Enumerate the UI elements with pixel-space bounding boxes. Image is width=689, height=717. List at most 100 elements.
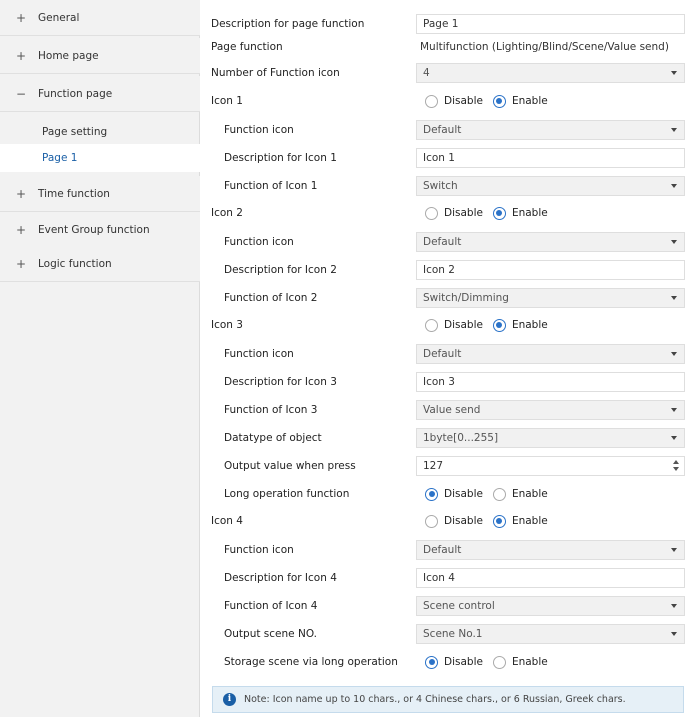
row-page-function: Page function Multifunction (Lighting/Bl… — [200, 33, 689, 61]
num-icons-select[interactable]: 4 — [416, 63, 685, 83]
field-label: Output scene NO. — [224, 628, 317, 640]
icon2-description-input[interactable]: Icon 2 — [416, 260, 685, 280]
field-label: Function of Icon 4 — [224, 600, 318, 612]
field-label: Description for Icon 2 — [224, 264, 337, 276]
icon4-description-input[interactable]: Icon 4 — [416, 568, 685, 588]
field-label: Function icon — [224, 236, 294, 248]
row-icon1-description: Description for Icon 1 Icon 1 — [200, 144, 689, 172]
icon3-output-value-spinner[interactable]: 127 — [416, 456, 685, 476]
icon3-function-icon-select[interactable]: Default — [416, 344, 685, 364]
icon3-datatype-select[interactable]: 1byte[0...255] — [416, 428, 685, 448]
note-box: i Note: Icon name up to 10 chars., or 4 … — [212, 686, 684, 713]
parameter-panel: Description for page function Page 1 Pag… — [200, 0, 689, 717]
icon1-description-input[interactable]: Icon 1 — [416, 148, 685, 168]
chevron-down-icon — [671, 128, 677, 132]
field-label: Long operation function — [224, 488, 350, 500]
row-icon3-toggle: Icon 3 Disable Enable — [200, 311, 689, 339]
sidebar-item-label: General — [38, 11, 80, 24]
row-icon3-function-icon: Function icon Default — [200, 340, 689, 368]
radio-label: Enable — [511, 207, 548, 219]
radio-label: Enable — [511, 488, 548, 500]
chevron-down-icon — [671, 184, 677, 188]
sidebar-item-time-function[interactable]: + Time function — [0, 176, 200, 212]
section-title: Icon 1 — [211, 95, 243, 107]
note-text: Note: Icon name up to 10 chars., or 4 Ch… — [244, 694, 626, 705]
sidebar-item-logic-function[interactable]: + Logic function — [0, 246, 200, 282]
row-icon4-function-icon: Function icon Default — [200, 536, 689, 564]
icon3-long-operation-radio: Disable Enable — [425, 484, 558, 504]
radio-enable[interactable]: Enable — [492, 487, 548, 501]
icon1-function-icon-select[interactable]: Default — [416, 120, 685, 140]
icon2-function-icon-select[interactable]: Default — [416, 232, 685, 252]
arrow-down-icon — [673, 467, 679, 471]
chevron-down-icon — [671, 632, 677, 636]
row-icon4-function: Function of Icon 4 Scene control — [200, 592, 689, 620]
expand-icon: + — [15, 48, 27, 63]
sidebar-item-home-page[interactable]: + Home page — [0, 38, 200, 74]
chevron-down-icon — [671, 296, 677, 300]
page-function-value: Multifunction (Lighting/Blind/Scene/Valu… — [420, 41, 669, 53]
expand-icon: + — [15, 186, 27, 201]
radio-disable[interactable]: Disable — [425, 655, 483, 669]
sidebar-subitem-page-1[interactable]: Page 1 — [0, 144, 201, 172]
icon4-enable-radio: Disable Enable — [425, 511, 558, 531]
radio-disable[interactable]: Disable — [425, 487, 483, 501]
icon2-function-select[interactable]: Switch/Dimming — [416, 288, 685, 308]
icon2-enable-radio: Disable Enable — [425, 203, 558, 223]
icon3-function-select[interactable]: Value send — [416, 400, 685, 420]
sidebar-subitem-label: Page setting — [42, 126, 108, 138]
radio-disable[interactable]: Disable — [425, 318, 483, 332]
chevron-down-icon — [671, 548, 677, 552]
row-icon4-scene: Output scene NO. Scene No.1 — [200, 620, 689, 648]
radio-enable[interactable]: Enable — [492, 318, 548, 332]
chevron-down-icon — [671, 240, 677, 244]
radio-disable[interactable]: Disable — [425, 514, 483, 528]
sidebar-item-general[interactable]: + General — [0, 0, 200, 36]
sidebar-item-label: Function page — [38, 87, 113, 100]
select-value: Default — [423, 236, 462, 248]
radio-enable[interactable]: Enable — [492, 206, 548, 220]
radio-disable[interactable]: Disable — [425, 206, 483, 220]
select-value: Scene No.1 — [423, 628, 483, 640]
row-icon4-storage-scene: Storage scene via long operation Disable… — [200, 648, 689, 676]
radio-enable[interactable]: Enable — [492, 94, 548, 108]
row-num-icons: Number of Function icon 4 — [200, 59, 689, 87]
select-value: Default — [423, 348, 462, 360]
radio-off-icon — [425, 514, 438, 528]
radio-disable[interactable]: Disable — [425, 94, 483, 108]
icon1-enable-radio: Disable Enable — [425, 91, 558, 111]
page-description-input[interactable]: Page 1 — [416, 14, 685, 34]
radio-on-icon — [425, 487, 438, 501]
field-label: Description for Icon 4 — [224, 572, 337, 584]
select-value: Default — [423, 544, 462, 556]
icon4-scene-select[interactable]: Scene No.1 — [416, 624, 685, 644]
field-label: Number of Function icon — [211, 67, 340, 79]
sidebar-subitem-page-setting[interactable]: Page setting — [0, 118, 200, 146]
spinner-arrows[interactable] — [673, 460, 679, 472]
radio-on-icon — [425, 655, 438, 669]
sidebar-item-label: Event Group function — [38, 223, 150, 236]
radio-off-icon — [492, 655, 506, 669]
radio-enable[interactable]: Enable — [492, 655, 548, 669]
radio-enable[interactable]: Enable — [492, 514, 548, 528]
radio-label: Enable — [511, 515, 548, 527]
field-label: Function of Icon 3 — [224, 404, 318, 416]
radio-off-icon — [425, 94, 438, 108]
row-icon2-function: Function of Icon 2 Switch/Dimming — [200, 284, 689, 312]
icon3-description-input[interactable]: Icon 3 — [416, 372, 685, 392]
radio-on-icon — [492, 318, 506, 332]
row-icon3-output-value: Output value when press 127 — [200, 452, 689, 480]
row-icon1-toggle: Icon 1 Disable Enable — [200, 87, 689, 115]
icon4-function-icon-select[interactable]: Default — [416, 540, 685, 560]
icon4-function-select[interactable]: Scene control — [416, 596, 685, 616]
sidebar-subitem-label: Page 1 — [42, 152, 78, 164]
sidebar-item-function-page[interactable]: − Function page — [0, 76, 200, 112]
icon1-function-select[interactable]: Switch — [416, 176, 685, 196]
radio-label: Enable — [511, 319, 548, 331]
select-value: Scene control — [423, 600, 495, 612]
section-title: Icon 2 — [211, 207, 243, 219]
row-icon2-description: Description for Icon 2 Icon 2 — [200, 256, 689, 284]
radio-label: Disable — [444, 488, 483, 500]
sidebar-item-event-group-function[interactable]: + Event Group function — [0, 212, 200, 248]
expand-icon: + — [15, 256, 27, 271]
